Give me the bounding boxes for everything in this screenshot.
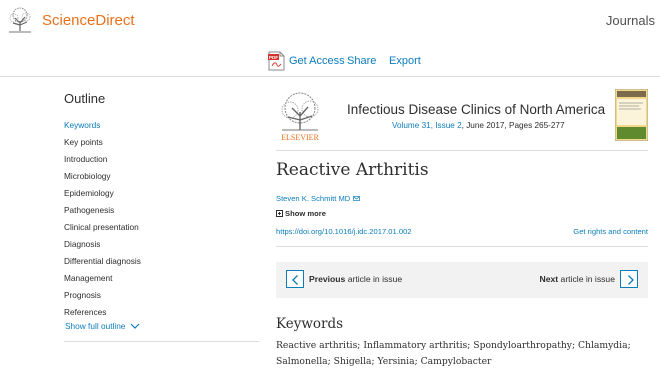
outline-item-epidemiology[interactable]: Epidemiology: [64, 185, 259, 202]
journal-cover-image[interactable]: [615, 89, 648, 141]
next-suffix: article in issue: [558, 274, 615, 284]
outline-item-microbiology[interactable]: Microbiology: [64, 168, 259, 185]
article-title: Reactive Arthritis: [276, 160, 429, 180]
get-rights-link[interactable]: Get rights and content: [573, 227, 648, 236]
author-name: Steven K. Schmitt MD: [276, 194, 351, 203]
previous-article-button[interactable]: [286, 270, 304, 288]
chevron-down-icon: [130, 323, 140, 329]
journal-title-link[interactable]: Infectious Disease Clinics of North Amer…: [347, 102, 605, 117]
outline-item-clinical-presentation[interactable]: Clinical presentation: [64, 219, 259, 236]
outline-item-pathogenesis[interactable]: Pathogenesis: [64, 202, 259, 219]
issue-date-pages: , June 2017, Pages 265-277: [461, 121, 565, 130]
next-label: Next: [539, 274, 559, 284]
outline-list: Keywords Key points Introduction Microbi…: [64, 117, 259, 321]
issue-navigation: Previous article in issue Next article i…: [276, 262, 648, 298]
outline-item-differential-diagnosis[interactable]: Differential diagnosis: [64, 253, 259, 270]
brand-link[interactable]: ScienceDirect: [42, 12, 135, 29]
outline-title: Outline: [64, 91, 106, 106]
outline-item-management[interactable]: Management: [64, 270, 259, 287]
publisher-name: ELSEVIER: [281, 133, 319, 142]
outline-item-introduction[interactable]: Introduction: [64, 151, 259, 168]
top-bar: ScienceDirect Journals: [0, 0, 660, 42]
outline-sidebar: Outline Keywords Key points Introduction…: [64, 91, 259, 321]
email-icon[interactable]: [353, 196, 361, 201]
svg-text:PDF: PDF: [269, 55, 278, 60]
share-link[interactable]: Share: [347, 55, 376, 67]
next-article-link[interactable]: Next article in issue: [540, 274, 615, 284]
outline-item-prognosis[interactable]: Prognosis: [64, 287, 259, 304]
previous-suffix: article in issue: [345, 274, 403, 284]
elsevier-publisher-logo-icon[interactable]: ELSEVIER: [276, 90, 324, 142]
plus-box-icon: [276, 210, 283, 217]
previous-label: Previous: [309, 274, 346, 284]
doi-link[interactable]: https://doi.org/10.1016/j.idc.2017.01.00…: [276, 227, 412, 236]
article-actions: PDF Get Access Share Export: [0, 46, 660, 76]
next-article-button[interactable]: [620, 270, 638, 288]
journals-link[interactable]: Journals: [606, 13, 655, 28]
doi-divider: [276, 246, 648, 247]
journal-divider: [276, 150, 648, 151]
journal-issue-info: Volume 31, Issue 2, June 2017, Pages 265…: [392, 121, 565, 130]
show-more-button[interactable]: Show more: [276, 209, 326, 218]
outline-item-key-points[interactable]: Key points: [64, 134, 259, 151]
keywords-list-line-2: Salmonella; Shigella; Yersinia; Campylob…: [276, 356, 492, 367]
show-full-outline-button[interactable]: Show full outline: [65, 321, 140, 331]
keywords-list-line-1: Reactive arthritis; Inflammatory arthrit…: [276, 340, 631, 351]
author-link[interactable]: Steven K. Schmitt MD: [276, 194, 361, 203]
get-access-link[interactable]: Get Access: [289, 55, 345, 67]
elsevier-tree-logo-icon[interactable]: [5, 5, 35, 35]
outline-divider: [64, 341, 259, 342]
previous-article-link[interactable]: Previous article in issue: [309, 274, 402, 284]
show-more-label: Show more: [285, 209, 326, 218]
outline-item-references[interactable]: References: [64, 304, 259, 321]
keywords-heading: Keywords: [276, 316, 344, 332]
chevron-left-icon: [292, 275, 298, 285]
volume-issue-link[interactable]: Volume 31, Issue 2: [392, 121, 462, 130]
show-full-outline-label: Show full outline: [65, 321, 126, 331]
outline-item-diagnosis[interactable]: Diagnosis: [64, 236, 259, 253]
outline-item-keywords[interactable]: Keywords: [64, 117, 259, 134]
header-divider: [0, 76, 660, 77]
pdf-icon[interactable]: PDF: [268, 51, 285, 71]
export-link[interactable]: Export: [389, 55, 421, 67]
chevron-right-icon: [628, 275, 634, 285]
